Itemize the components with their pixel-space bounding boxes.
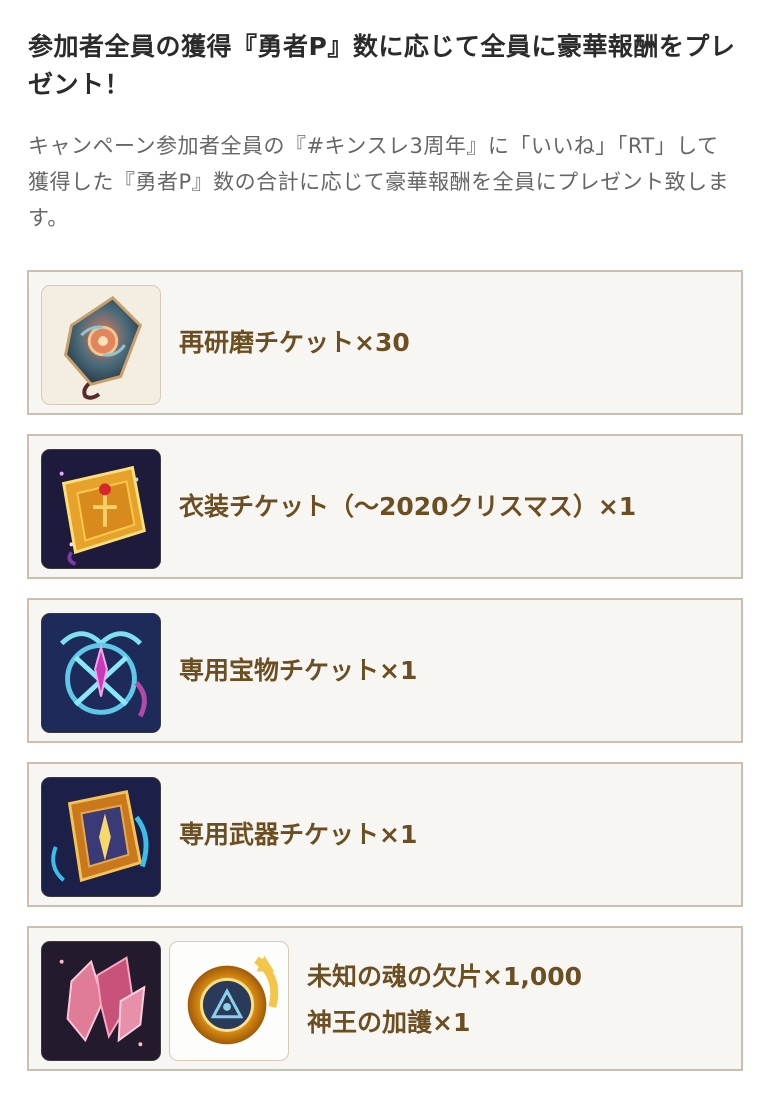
weapon-ticket-icon [41,777,161,897]
reward-card: 専用武器チケット×1 [27,762,743,907]
reward-label: 専用宝物チケット×1 [179,656,418,685]
reward-card: 衣装チケット（〜2020クリスマス）×1 [27,434,743,579]
reward-label: 専用武器チケット×1 [179,820,418,849]
reward-label: 未知の魂の欠片×1,000 [307,962,583,991]
reward-card: 専用宝物チケット×1 [27,598,743,743]
costume-ticket-icon [41,449,161,569]
treasure-ticket-icon [41,613,161,733]
section-description: キャンペーン参加者全員の『#キンスレ3周年』に「いいね」「RT」して獲得した『勇… [28,134,730,230]
soul-shard-icon [41,941,161,1061]
section-title: 参加者全員の獲得『勇者P』数に応じて全員に豪華報酬をプレゼント！ [28,32,736,99]
reward-card: 未知の魂の欠片×1,000 神王の加護×1 [27,926,743,1071]
reward-label: 衣装チケット（〜2020クリスマス）×1 [179,492,637,521]
god-king-blessing-icon [169,941,289,1061]
reward-label: 再研磨チケット×30 [179,328,410,357]
polish-ticket-icon [41,285,161,405]
reward-label: 神王の加護×1 [307,1008,471,1037]
reward-card: 再研磨チケット×30 [27,270,743,415]
